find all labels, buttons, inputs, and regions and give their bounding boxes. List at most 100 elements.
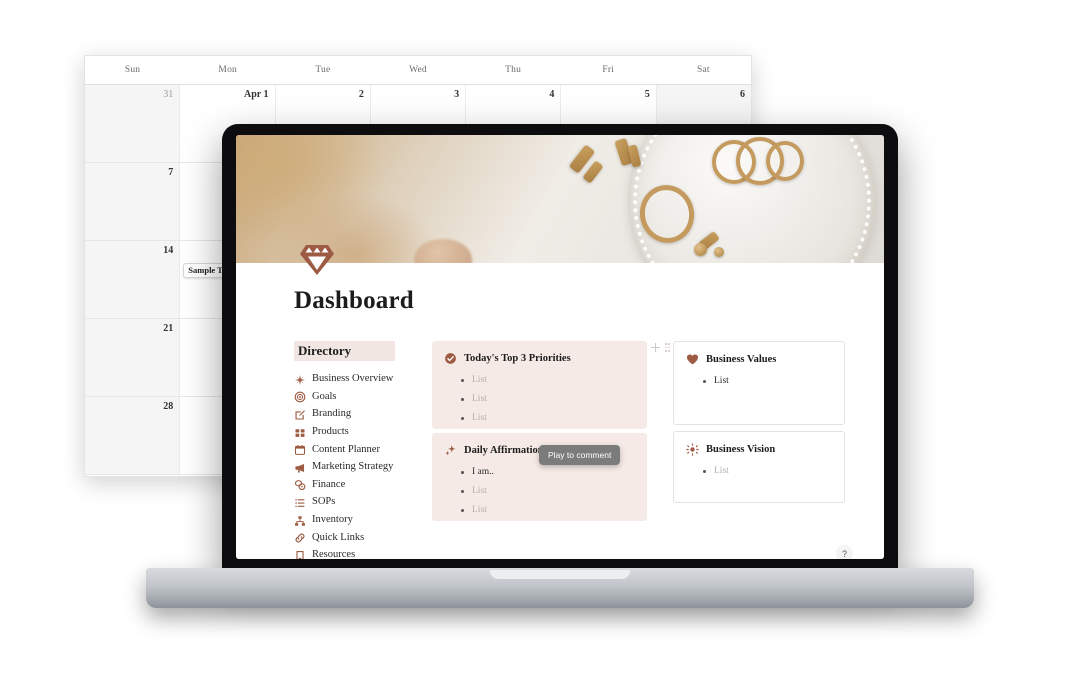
directory-item-resources[interactable]: Resources xyxy=(294,546,420,559)
play-to-comment-tooltip: Play to comment xyxy=(539,445,621,465)
directory-item-label: Quick Links xyxy=(312,531,365,543)
calendar-day-header: Sun xyxy=(124,65,141,75)
org-chart-icon xyxy=(294,514,306,526)
directory-item-inventory[interactable]: Inventory xyxy=(294,511,420,529)
sparkles-icon xyxy=(444,444,457,457)
directory-item-content-planner[interactable]: Content Planner xyxy=(294,440,420,458)
directory-item-label: Marketing Strategy xyxy=(312,461,394,473)
heart-icon xyxy=(686,353,699,366)
card-bullet-item[interactable]: List xyxy=(461,409,647,428)
calendar-date-number: 31 xyxy=(163,89,174,100)
laptop-base xyxy=(146,568,974,608)
directory-item-label: Resources xyxy=(312,549,356,559)
directory-item-label: Branding xyxy=(312,408,352,420)
card-title: Today's Top 3 Priorities xyxy=(464,353,571,364)
directory-item-label: Products xyxy=(312,426,349,438)
calendar-day-header: Tue xyxy=(315,65,331,75)
calendar-date-number: 2 xyxy=(358,89,364,100)
directory-list: Business Overview Goals Branding Products Co… xyxy=(294,370,420,559)
card-bullet-item[interactable]: List xyxy=(461,390,647,409)
card-title: Business Values xyxy=(706,354,777,365)
link-icon xyxy=(294,531,306,543)
block-controls xyxy=(651,343,671,352)
calendar-date-number: 14 xyxy=(163,245,174,256)
card-title: Business Vision xyxy=(706,444,776,455)
grid-icon xyxy=(294,426,306,438)
directory-item-label: Goals xyxy=(312,390,337,402)
calendar-date-number: 28 xyxy=(163,401,174,412)
card-bullet-list: List List List xyxy=(432,371,647,427)
directory-item-finance[interactable]: Finance xyxy=(294,476,420,494)
calendar-date-number: 7 xyxy=(168,167,174,178)
card-bullet-item[interactable]: List xyxy=(703,372,844,391)
card-bullet-item[interactable]: I am.. xyxy=(461,463,647,482)
page-body: Dashboard Play to comment Directory Busi… xyxy=(236,263,884,559)
laptop-base-notch xyxy=(490,570,630,579)
card-today-s-top-3-priorities[interactable]: Today's Top 3 Priorities List List List xyxy=(432,341,647,429)
calendar-day-cell[interactable]: 14 xyxy=(85,241,181,318)
directory-item-branding[interactable]: Branding xyxy=(294,405,420,423)
calendar-icon xyxy=(294,443,306,456)
drag-handle-icon[interactable] xyxy=(665,343,671,352)
coins-icon xyxy=(294,478,306,491)
calendar-day-header: Mon xyxy=(218,65,237,75)
directory-item-marketing-strategy[interactable]: Marketing Strategy xyxy=(294,458,420,476)
card-bullet-item[interactable]: List xyxy=(461,371,647,390)
laptop-screen: Dashboard Play to comment Directory Busi… xyxy=(236,135,884,559)
directory-item-label: Business Overview xyxy=(312,373,394,385)
directory-panel: Directory Business Overview Goals Branding… xyxy=(294,341,420,559)
card-business-vision[interactable]: Business Vision List xyxy=(673,431,845,503)
pencil-square-icon xyxy=(294,408,306,420)
gold-ring-icon xyxy=(766,141,804,181)
card-business-values[interactable]: Business Values List xyxy=(673,341,845,425)
card-bullet-list: List xyxy=(674,462,844,481)
diamond-gem-icon xyxy=(300,245,334,275)
page-title: Dashboard xyxy=(294,287,414,314)
card-bullet-item[interactable]: List xyxy=(461,482,647,501)
directory-heading: Directory xyxy=(294,341,396,361)
laptop-lid: Dashboard Play to comment Directory Busi… xyxy=(222,124,898,574)
calendar-date-number: 4 xyxy=(549,89,555,100)
help-button[interactable]: ? xyxy=(836,545,853,559)
directory-item-label: Content Planner xyxy=(312,443,380,455)
stud-earring-icon xyxy=(714,247,724,257)
sparkle-icon xyxy=(294,373,306,385)
stud-earring-icon xyxy=(694,243,707,256)
card-bullet-item[interactable]: List xyxy=(703,462,844,481)
calendar-day-cell[interactable]: 7 xyxy=(85,163,181,240)
calendar-date-number: Apr 1 xyxy=(244,89,269,100)
check-circle-icon xyxy=(444,352,457,365)
card-header: Business Values xyxy=(674,342,844,366)
bookmark-icon xyxy=(294,549,306,559)
calendar-day-header: Sat xyxy=(697,65,710,75)
sun-icon xyxy=(686,443,699,456)
directory-item-label: Inventory xyxy=(312,514,353,526)
card-bullet-list: List xyxy=(674,372,844,391)
calendar-day-headers: Sun Mon Tue Wed Thu Fri Sat xyxy=(85,56,751,84)
calendar-day-cell[interactable]: 21 xyxy=(85,319,181,396)
calendar-day-header: Fri xyxy=(602,65,615,75)
directory-item-label: SOPs xyxy=(312,496,336,508)
calendar-day-header: Thu xyxy=(505,65,522,75)
calendar-date-number: 5 xyxy=(644,89,650,100)
calendar-day-cell[interactable]: 31 xyxy=(85,85,181,162)
card-bullet-list: I am.. List List xyxy=(432,463,647,519)
directory-item-products[interactable]: Products xyxy=(294,423,420,441)
screenshot-stage: Sun Mon Tue Wed Thu Fri Sat 31 Apr 1 2 3 4 5 6 7 14 Sam… xyxy=(0,0,1070,682)
card-header: Business Vision xyxy=(674,432,844,456)
directory-item-goals[interactable]: Goals xyxy=(294,388,420,406)
card-bullet-item[interactable]: List xyxy=(461,501,647,520)
directory-item-business-overview[interactable]: Business Overview xyxy=(294,370,420,388)
plus-icon[interactable] xyxy=(651,343,660,352)
calendar-date-number: 6 xyxy=(739,89,745,100)
list-icon xyxy=(294,496,306,508)
target-icon xyxy=(294,390,306,403)
calendar-day-cell[interactable]: 28 xyxy=(85,397,181,474)
calendar-date-number: 21 xyxy=(163,323,174,334)
card-header: Today's Top 3 Priorities xyxy=(432,341,647,365)
calendar-day-header: Wed xyxy=(409,65,427,75)
directory-item-sops[interactable]: SOPs xyxy=(294,493,420,511)
card-title: Daily Affirmations xyxy=(464,445,548,456)
megaphone-icon xyxy=(294,461,306,473)
directory-item-quick-links[interactable]: Quick Links xyxy=(294,528,420,546)
